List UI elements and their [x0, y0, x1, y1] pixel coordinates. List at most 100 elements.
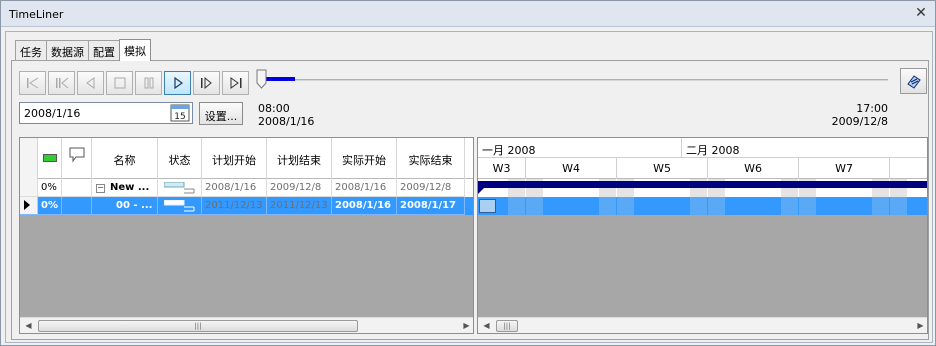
task-name: New ... [110, 182, 150, 193]
actual-start-column-header[interactable]: 实际开始 [332, 138, 397, 179]
timeliner-window: TimeLiner ✕ 任务 数据源 配置 模拟 2008/1/16 15 设置… [0, 0, 936, 346]
tab-tasks[interactable]: 任务 [15, 40, 47, 61]
title-bar: TimeLiner ✕ [1, 1, 935, 27]
weekend-shading [781, 197, 817, 215]
planned-end-column-header[interactable]: 计划结束 [267, 138, 332, 179]
actual-start-cell: 2008/1/16 [332, 197, 397, 215]
start-time-display: 08:00 2008/1/16 [258, 102, 314, 128]
start-time: 08:00 [258, 102, 290, 115]
gantt-scroll-thumb[interactable]: ||| [496, 320, 518, 332]
end-time: 17:00 [856, 102, 888, 115]
week-label: W5 [617, 158, 708, 179]
name-cell[interactable]: 00 - ... [92, 197, 158, 215]
time-slider-track[interactable] [258, 79, 888, 81]
grid-header: 名称 状态 计划开始 计划结束 实际开始 实际结束 [20, 138, 473, 179]
start-date: 2008/1/16 [258, 115, 315, 128]
export-animation-button[interactable] [900, 68, 927, 94]
content-area: 任务 数据源 配置 模拟 2008/1/16 15 设置... 08:00 20… [5, 31, 933, 343]
step-back-icon [55, 77, 68, 89]
weekend-shading [508, 197, 544, 215]
current-date-value: 2008/1/16 [24, 107, 81, 120]
tab-strip: 任务 数据源 配置 模拟 [15, 39, 151, 61]
tab-simulate[interactable]: 模拟 [119, 39, 151, 61]
task-bar[interactable] [479, 199, 496, 213]
play-button[interactable] [164, 71, 191, 95]
actual-end-cell: 2008/1/17 [397, 197, 465, 215]
progress-bar-icon [42, 154, 57, 162]
pause-icon [144, 77, 153, 89]
status-cell [158, 179, 202, 197]
forward-to-end-button[interactable] [222, 71, 249, 95]
comment-cell [62, 179, 92, 197]
gantt-chart: 一月 2008 二月 2008 W3 W4 W5 W6 W7 ◀ ||| ▶ [477, 137, 928, 334]
step-back-button[interactable] [48, 71, 75, 95]
weekend-shading [599, 197, 635, 215]
progress-cell: 0% [38, 197, 62, 215]
svg-text:15: 15 [174, 112, 185, 122]
gantt-horizontal-scrollbar[interactable]: ◀ ||| ▶ [478, 317, 927, 333]
rewind-to-start-button[interactable] [19, 71, 46, 95]
stop-button[interactable] [106, 71, 133, 95]
actual-start-cell: 2008/1/16 [332, 179, 397, 197]
table-row[interactable]: 0% − New ... 2008/1/16 2009/12/8 2008/1/1… [20, 179, 473, 197]
actual-end-cell: 2009/12/8 [397, 179, 465, 197]
end-time-display: 17:00 2009/12/8 [832, 102, 888, 128]
week-label: W4 [526, 158, 617, 179]
tab-configure[interactable]: 配置 [88, 40, 120, 61]
step-forward-button[interactable] [193, 71, 220, 95]
skip-start-icon [26, 77, 38, 89]
gantt-row[interactable] [478, 197, 927, 215]
export-icon [906, 75, 921, 89]
scroll-left-icon[interactable]: ◀ [20, 318, 37, 333]
scroll-right-icon[interactable]: ▶ [912, 318, 927, 333]
current-date-field[interactable]: 2008/1/16 15 [19, 102, 193, 124]
status-column-header[interactable]: 状态 [158, 138, 202, 179]
close-icon[interactable]: ✕ [913, 5, 929, 21]
scroll-right-icon[interactable]: ▶ [458, 318, 473, 333]
gantt-month-header: 一月 2008 二月 2008 [478, 138, 927, 158]
play-reverse-button[interactable] [77, 71, 104, 95]
comment-cell [62, 197, 92, 215]
skip-end-icon [230, 77, 241, 89]
table-row[interactable]: 0% 00 - ... 2011/12/13 2011/12/13 2008/1… [20, 197, 473, 215]
calendar-icon[interactable]: 15 [170, 104, 190, 122]
name-column-header[interactable]: 名称 [92, 138, 158, 179]
actual-end-column-header[interactable]: 实际结束 [397, 138, 465, 179]
summary-task-bar[interactable] [478, 181, 927, 188]
row-header[interactable] [20, 197, 38, 215]
weekend-shading [690, 197, 726, 215]
week-label: W3 [478, 158, 526, 179]
settings-button[interactable]: 设置... [199, 102, 243, 125]
status-icon [163, 199, 195, 212]
summary-start-marker [478, 187, 485, 194]
week-label: W7 [799, 158, 890, 179]
gantt-week-header: W3 W4 W5 W6 W7 [478, 158, 927, 179]
status-cell [158, 197, 202, 215]
collapse-icon[interactable]: − [96, 184, 105, 193]
grid-scroll-thumb[interactable]: ||| [38, 320, 358, 332]
play-icon [173, 77, 183, 89]
row-header[interactable] [20, 179, 38, 197]
month-label: 一月 2008 [478, 138, 682, 158]
planned-start-cell: 2008/1/16 [202, 179, 267, 197]
month-label: 二月 2008 [686, 144, 740, 157]
step-forward-icon [200, 77, 212, 89]
row-header-corner [20, 138, 38, 179]
tab-data-sources[interactable]: 数据源 [46, 40, 89, 61]
planned-end-cell: 2011/12/13 [267, 197, 332, 215]
status-icon [163, 181, 195, 194]
current-row-icon [24, 200, 30, 210]
planned-start-column-header[interactable]: 计划开始 [202, 138, 267, 179]
name-cell[interactable]: − New ... [92, 179, 158, 197]
window-title: TimeLiner [9, 8, 64, 21]
time-slider-thumb[interactable] [256, 69, 267, 89]
end-date: 2009/12/8 [831, 115, 888, 128]
weekend-shading [872, 197, 908, 215]
gantt-row[interactable] [478, 179, 927, 197]
scroll-left-icon[interactable]: ◀ [478, 318, 495, 333]
stop-icon [114, 77, 125, 89]
pause-button[interactable] [135, 71, 162, 95]
progress-column-header[interactable] [38, 138, 62, 179]
grid-horizontal-scrollbar[interactable]: ◀ ||| ▶ [20, 317, 473, 333]
comment-column-header[interactable] [62, 138, 92, 179]
